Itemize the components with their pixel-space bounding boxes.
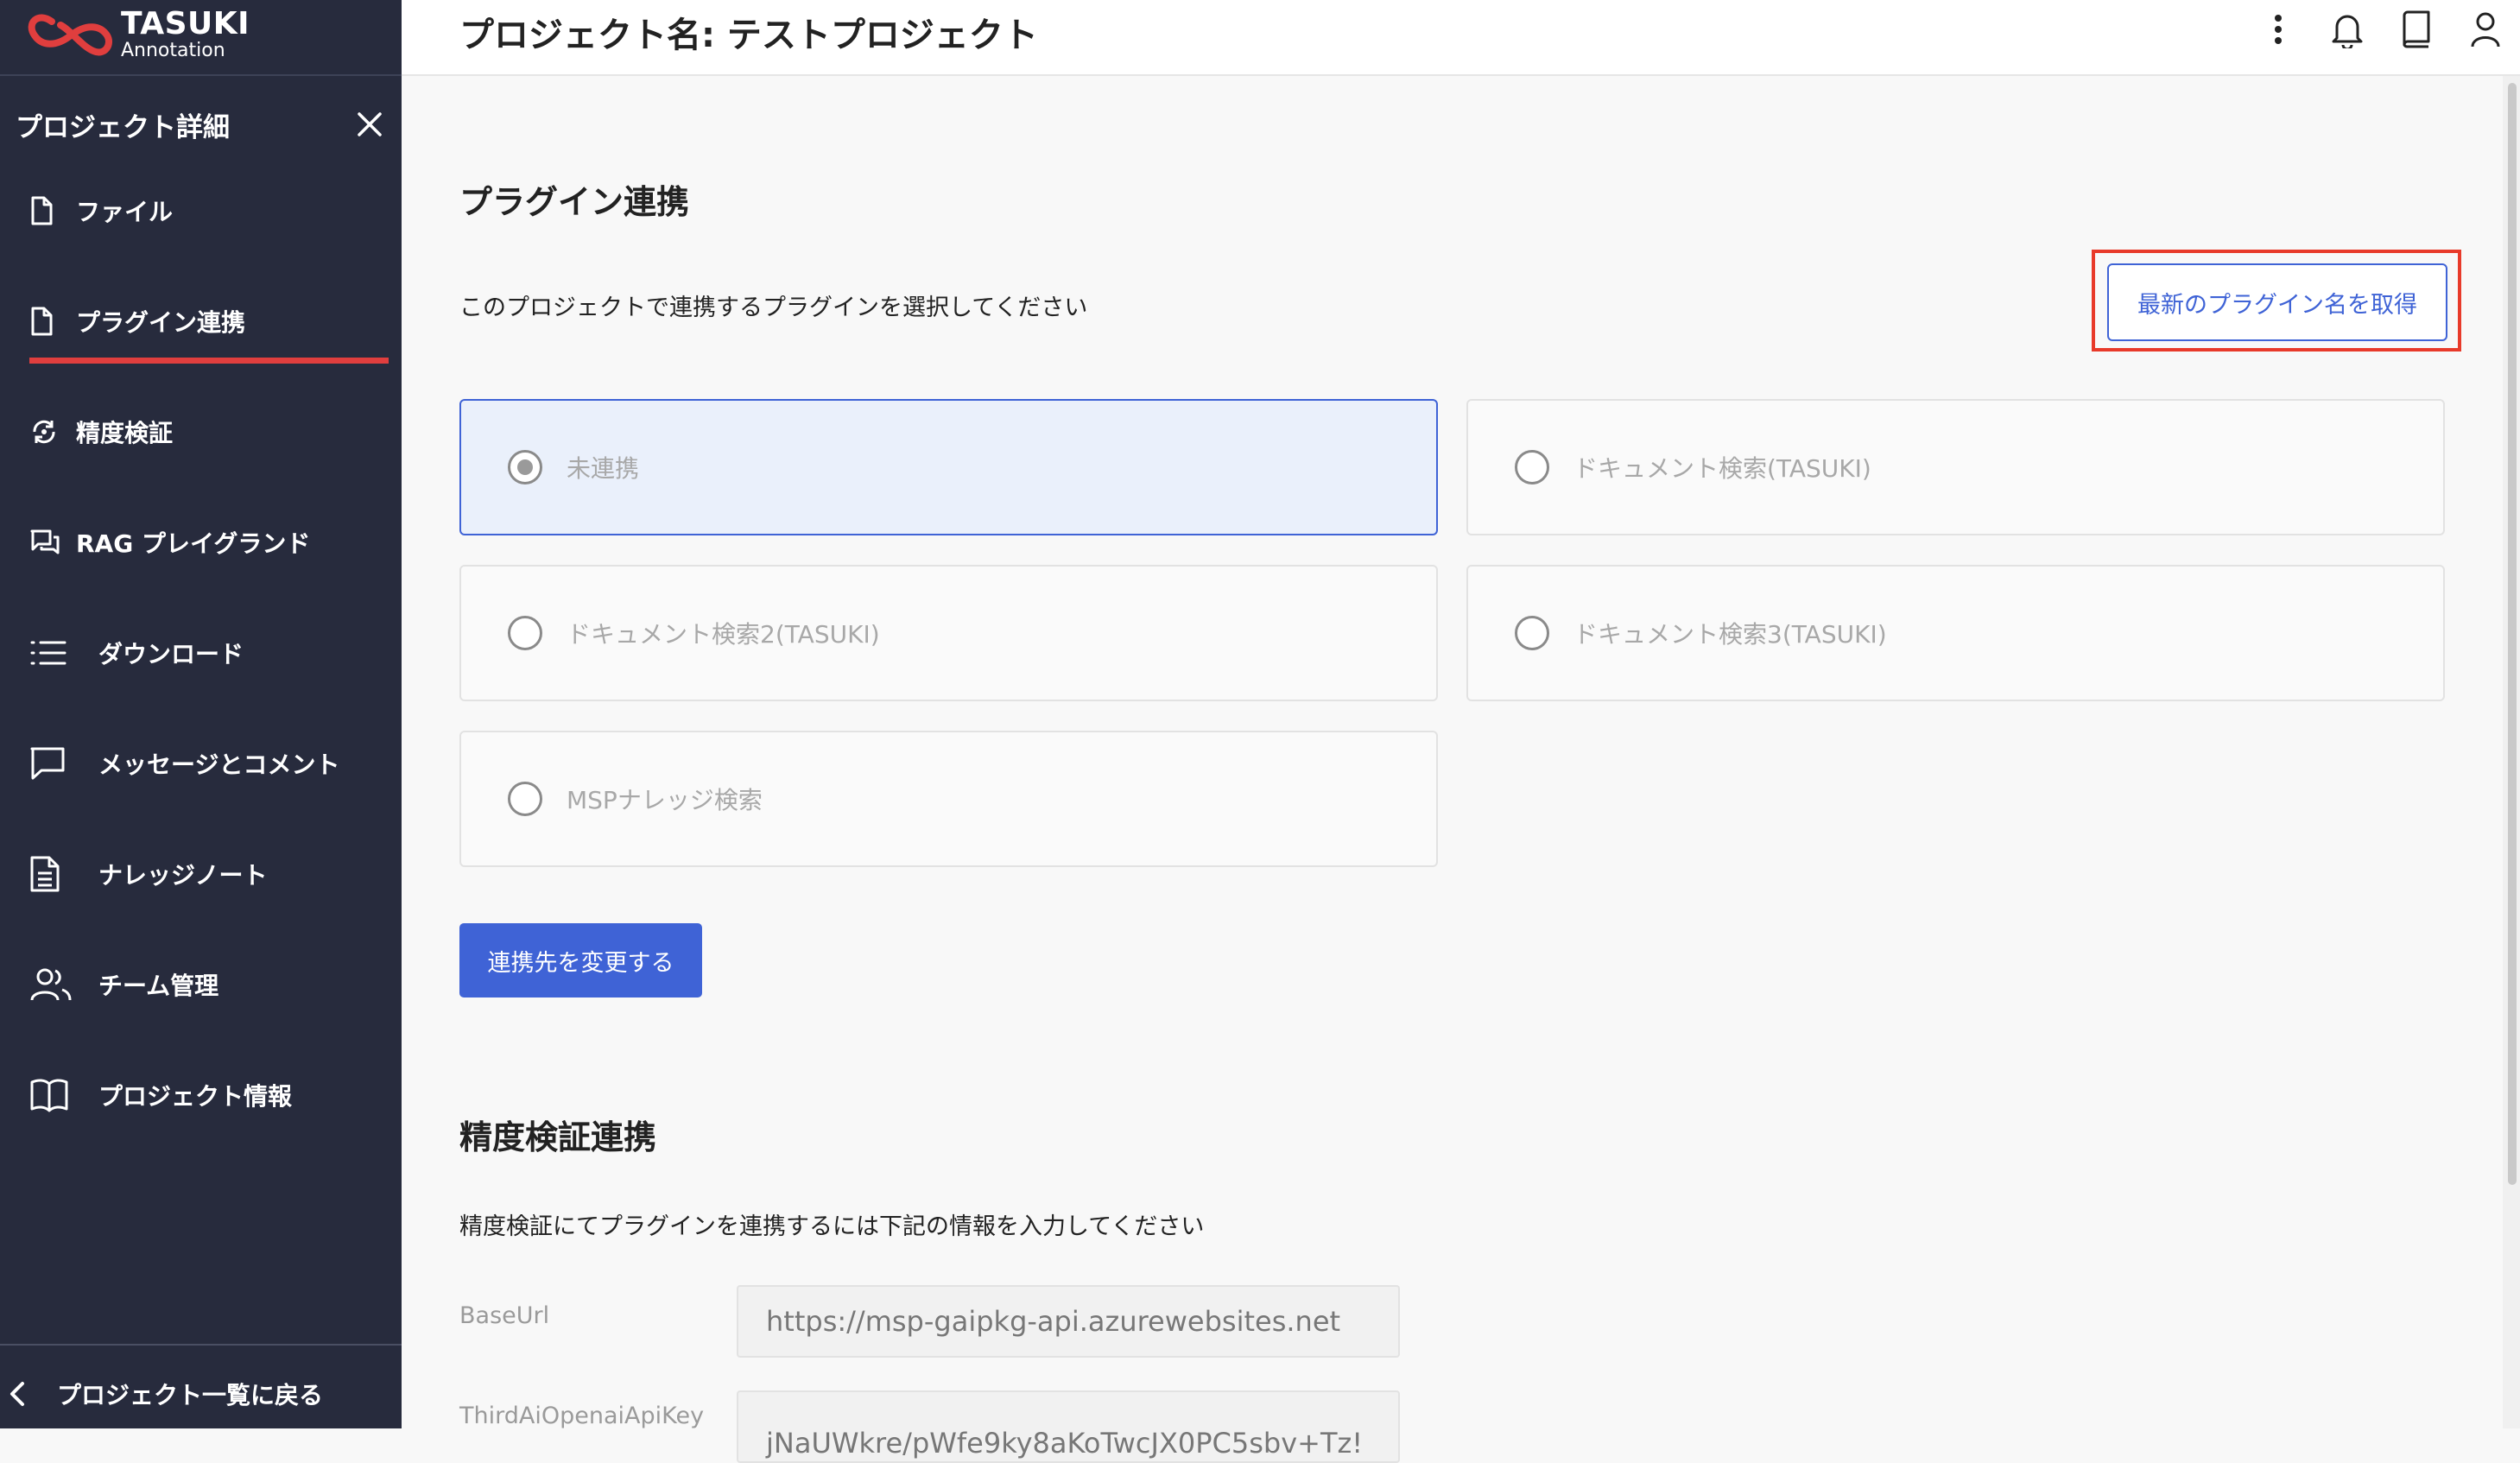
option-label: ドキュメント検索3(TASUKI) xyxy=(1573,620,1887,649)
sidebar-item-project-info[interactable]: プロジェクト情報 xyxy=(29,1069,383,1121)
sidebar-item-label: プラグイン連携 xyxy=(76,308,246,337)
more-vertical-icon[interactable] xyxy=(2244,5,2313,54)
plugin-option-none[interactable]: 未連携 xyxy=(459,399,1438,535)
team-icon xyxy=(29,967,98,1002)
option-label: ドキュメント検索(TASUKI) xyxy=(1573,454,1871,483)
brand-subtitle: Annotation xyxy=(121,40,225,61)
chevron-left-icon xyxy=(9,1381,57,1407)
file-icon xyxy=(29,307,76,336)
document-icon xyxy=(29,855,98,893)
sidebar-item-label: 精度検証 xyxy=(76,419,174,447)
sidebar-item-accuracy[interactable]: 精度検証 xyxy=(29,406,383,458)
sidebar-item-label: チーム管理 xyxy=(98,972,219,1000)
base-url-field[interactable]: https://msp-gaipkg-api.azurewebsites.net xyxy=(737,1285,1400,1358)
sidebar-item-label: ダウンロード xyxy=(98,640,244,668)
user-icon[interactable] xyxy=(2451,5,2520,54)
tasuki-logo-icon xyxy=(28,14,112,56)
accuracy-description: 精度検証にてプラグインを連携するには下記の情報を入力してください xyxy=(459,1213,1205,1240)
plugin-description: このプロジェクトで連携するプラグインを選択してください xyxy=(459,294,1088,321)
chat-icon xyxy=(29,529,76,556)
scrollbar-thumb[interactable] xyxy=(2508,83,2517,1185)
sidebar-item-team[interactable]: チーム管理 xyxy=(29,959,383,1010)
book-icon xyxy=(29,1078,98,1112)
sidebar-item-file[interactable]: ファイル xyxy=(29,185,383,237)
radio-button[interactable] xyxy=(1515,450,1549,484)
plugin-option-msp-knowledge[interactable]: MSPナレッジ検索 xyxy=(459,731,1438,867)
list-icon xyxy=(29,639,98,667)
divider xyxy=(0,1344,402,1346)
sidebar-item-plugin[interactable]: プラグイン連携 xyxy=(29,295,389,364)
sidebar-item-label: ナレッジノート xyxy=(98,861,268,890)
page-title: プロジェクト名: テストプロジェクト xyxy=(459,16,1038,55)
fetch-plugin-names-button[interactable]: 最新のプラグイン名を取得 xyxy=(2107,263,2447,341)
sidebar-item-label: ファイル xyxy=(76,198,174,226)
sidebar-item-rag-playground[interactable]: RAG プレイグランド xyxy=(29,516,383,568)
top-bar: プロジェクト名: テストプロジェクト xyxy=(402,0,2520,76)
logo[interactable]: TASUKI Annotation xyxy=(26,0,250,69)
close-icon[interactable] xyxy=(352,107,387,142)
brand-title: TASUKI xyxy=(121,6,250,41)
radio-button[interactable] xyxy=(508,616,542,650)
file-icon xyxy=(29,196,76,225)
api-key-field[interactable]: jNaUWkre/pWfe9ky8aKoTwcJX0PC5sbv+Tz! xyxy=(737,1390,1400,1463)
accuracy-icon xyxy=(29,417,76,446)
plugin-option-doc-search-3[interactable]: ドキュメント検索3(TASUKI) xyxy=(1466,565,2445,701)
api-key-label: ThirdAiOpenaiApiKey xyxy=(459,1403,705,1429)
sidebar-item-download[interactable]: ダウンロード xyxy=(29,627,383,679)
radio-button[interactable] xyxy=(1515,616,1549,650)
sidebar-title: プロジェクト詳細 xyxy=(16,111,230,143)
sidebar-item-label: プロジェクト情報 xyxy=(98,1082,293,1111)
sidebar-item-messages[interactable]: メッセージとコメント xyxy=(29,738,383,789)
message-icon xyxy=(29,746,98,781)
sidebar-item-label: RAG プレイグランド xyxy=(76,529,311,558)
accuracy-heading: 精度検証連携 xyxy=(459,1118,657,1156)
option-label: ドキュメント検索2(TASUKI) xyxy=(567,620,880,649)
plugin-option-doc-search-2[interactable]: ドキュメント検索2(TASUKI) xyxy=(459,565,1438,701)
fetch-button-highlight: 最新のプラグイン名を取得 xyxy=(2092,250,2461,352)
radio-button[interactable] xyxy=(508,450,542,484)
option-label: MSPナレッジ検索 xyxy=(567,786,763,814)
book-icon[interactable] xyxy=(2382,5,2451,54)
change-plugin-button[interactable]: 連携先を変更する xyxy=(459,923,702,998)
back-to-projects-link[interactable]: プロジェクト一覧に戻る xyxy=(9,1368,389,1420)
bell-icon[interactable] xyxy=(2313,5,2382,54)
plugin-heading: プラグイン連携 xyxy=(459,183,690,221)
back-label: プロジェクト一覧に戻る xyxy=(57,1381,324,1409)
divider xyxy=(0,74,402,76)
sidebar-header: プロジェクト詳細 xyxy=(16,102,387,147)
radio-button[interactable] xyxy=(508,782,542,816)
sidebar-item-label: メッセージとコメント xyxy=(98,750,340,779)
main-content: プラグイン連携 このプロジェクトで連携するプラグインを選択してください 最新のプ… xyxy=(402,76,2520,1463)
sidebar: TASUKI Annotation プロジェクト詳細 ファイル プラグイン連携 … xyxy=(0,0,402,1428)
plugin-option-doc-search[interactable]: ドキュメント検索(TASUKI) xyxy=(1466,399,2445,535)
sidebar-item-knowledge-note[interactable]: ナレッジノート xyxy=(29,848,383,900)
base-url-label: BaseUrl xyxy=(459,1302,550,1329)
option-label: 未連携 xyxy=(567,454,640,483)
